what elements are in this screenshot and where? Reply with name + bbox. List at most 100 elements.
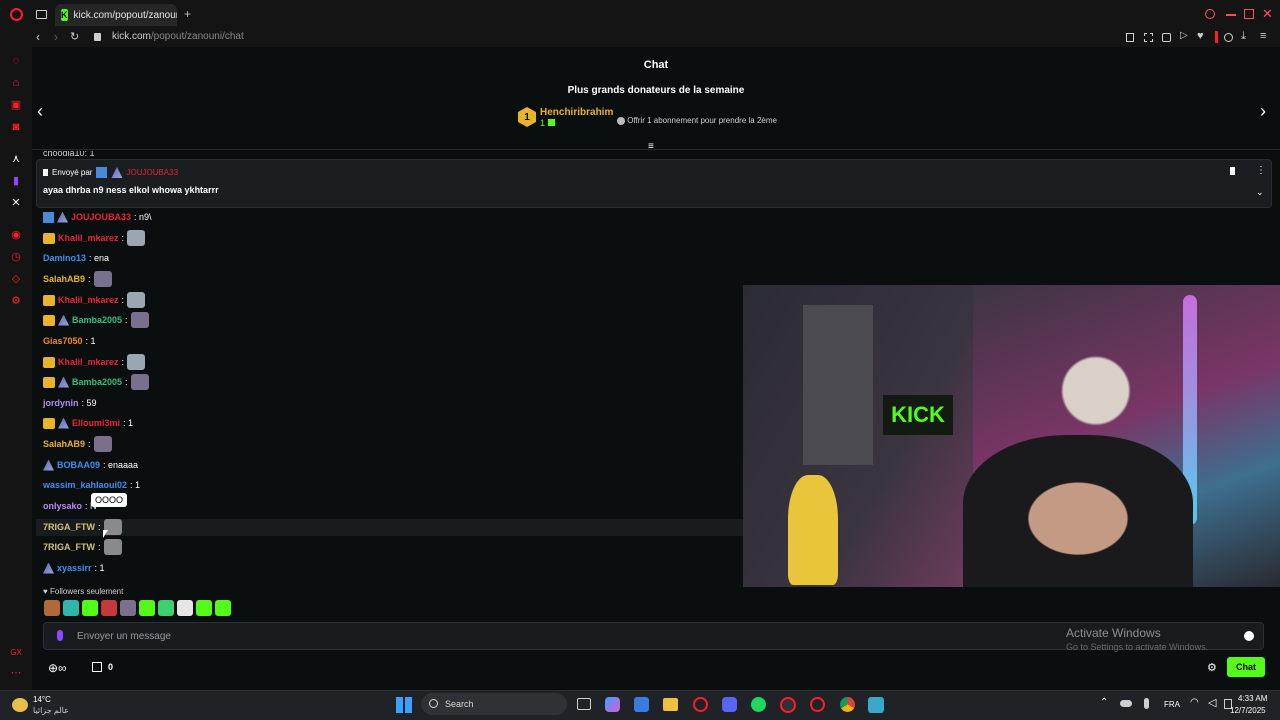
kick-sidebar-icon[interactable]: ⋏ — [10, 153, 22, 165]
menu-icon[interactable]: ≡ — [1260, 30, 1266, 42]
tab-kick-popout[interactable]: K kick.com/popout/zanouni — [55, 4, 177, 26]
username[interactable]: Khalil_mkarez — [58, 233, 119, 243]
maximize-icon[interactable] — [1244, 9, 1254, 19]
back-icon[interactable]: ‹ — [36, 30, 40, 44]
username[interactable]: Bamba2005 — [72, 377, 122, 387]
opera-logo-icon[interactable] — [10, 8, 23, 21]
settings-sidebar-icon[interactable]: ⚙ — [10, 295, 22, 307]
url-field[interactable]: kick.com/popout/zanouni/chat — [112, 31, 244, 42]
points-icon[interactable]: ⊕∞ — [48, 661, 67, 675]
username[interactable]: Elloumi3mi — [72, 418, 120, 428]
stream-video[interactable]: KICK — [743, 285, 1280, 587]
chat-message[interactable]: xyassirr : 1 — [43, 561, 105, 575]
play-icon[interactable]: ▷ — [1180, 30, 1188, 41]
chrome-icon[interactable] — [840, 697, 855, 712]
new-tab-plus-icon[interactable]: + — [184, 7, 191, 21]
store-app-icon[interactable] — [634, 697, 649, 712]
emote-icon[interactable] — [177, 600, 193, 616]
chat-message[interactable]: BOBAA09 : enaaaa — [43, 458, 138, 472]
reload-icon[interactable]: ↻ — [70, 30, 79, 43]
emote-icon[interactable] — [101, 600, 117, 616]
unpin-icon[interactable] — [1230, 167, 1235, 175]
expand-chevron-icon[interactable]: ⌄ — [1256, 187, 1264, 198]
wifi-icon[interactable]: ◠ — [1190, 697, 1199, 708]
emote-icon[interactable] — [196, 600, 212, 616]
chat-message[interactable]: wassim_kahlaoui02 : 1 — [43, 478, 140, 492]
app-launcher-icon[interactable] — [868, 697, 884, 713]
twitch-icon[interactable]: ▮ — [10, 175, 22, 187]
cloud-icon[interactable] — [1120, 700, 1132, 707]
start-windows-icon[interactable] — [396, 697, 412, 713]
chat-message[interactable]: onlysako : N — [43, 499, 97, 513]
tab-list-icon[interactable] — [36, 10, 47, 19]
chat-message[interactable]: SalahAB9 : — [43, 436, 112, 452]
player-icon[interactable]: ◉ — [10, 229, 22, 241]
pinned-more-icon[interactable]: ⋮ — [1256, 165, 1266, 176]
whatsapp-icon[interactable]: ◙ — [10, 121, 22, 133]
aria-icon[interactable]: ◌ — [10, 55, 22, 67]
gx-icon[interactable]: GX — [10, 647, 22, 659]
more-sidebar-icon[interactable]: ⋯ — [10, 667, 22, 679]
chat-settings-icon[interactable]: ⚙ — [1207, 661, 1217, 674]
username[interactable]: Khalil_mkarez — [58, 295, 119, 305]
chat-message[interactable]: Khalil_mkarez : — [43, 354, 146, 370]
username[interactable]: Khalil_mkarez — [58, 357, 119, 367]
messenger-icon[interactable]: ▣ — [10, 99, 22, 111]
send-chat-button[interactable]: Chat — [1227, 657, 1265, 677]
pin-tab-icon[interactable] — [1126, 33, 1134, 42]
window-search-icon[interactable] — [1205, 9, 1215, 19]
weather-icon[interactable] — [12, 698, 28, 712]
store-icon[interactable] — [92, 662, 102, 672]
username[interactable]: Bamba2005 — [72, 315, 122, 325]
username[interactable]: jordynin — [43, 398, 79, 408]
x-twitter-icon[interactable]: ✕ — [10, 197, 22, 209]
chat-message[interactable]: 7RIGA_FTW : — [43, 539, 122, 555]
chat-message[interactable]: Damino13 : ena — [43, 251, 109, 265]
username[interactable]: onlysako — [43, 501, 82, 511]
minimize-icon[interactable] — [1226, 14, 1236, 16]
pinned-author[interactable]: JOUJOUBA33 — [126, 168, 178, 177]
clock-time[interactable]: 4:33 AM — [1238, 694, 1267, 703]
opera-app-icon[interactable] — [693, 697, 708, 712]
discord-icon[interactable] — [722, 697, 737, 712]
chat-message[interactable]: Elloumi3mi : 1 — [43, 416, 133, 430]
emote-icon[interactable] — [44, 600, 60, 616]
emote-icon[interactable] — [82, 600, 98, 616]
username[interactable]: 7RIGA_FTW — [43, 542, 95, 552]
emote-icon[interactable] — [120, 600, 136, 616]
emote-icon[interactable] — [215, 600, 231, 616]
file-explorer-icon[interactable] — [663, 698, 678, 711]
chat-message[interactable]: Gias7050 : 1 — [43, 334, 96, 348]
emoji-picker-icon[interactable] — [1244, 631, 1254, 641]
shop-icon[interactable]: ⌂ — [10, 77, 22, 89]
spotify-icon[interactable] — [751, 697, 766, 712]
next-arrow-icon[interactable]: › — [1260, 101, 1266, 122]
account-icon[interactable] — [1224, 33, 1233, 42]
username[interactable]: 7RIGA_FTW — [43, 522, 95, 532]
emote-icon[interactable] — [139, 600, 155, 616]
username[interactable]: SalahAB9 — [43, 439, 85, 449]
chat-message[interactable]: Bamba2005 : — [43, 374, 149, 390]
download-icon[interactable]: ⤓ — [1241, 30, 1246, 43]
opera-gx-icon[interactable] — [780, 697, 796, 713]
copilot-icon[interactable] — [605, 697, 620, 712]
mic-tray-icon[interactable] — [1144, 698, 1149, 709]
pinboard-icon[interactable]: ◇ — [10, 273, 22, 285]
username[interactable]: xyassirr — [57, 563, 92, 573]
heart-icon[interactable]: ♥ — [1197, 30, 1204, 42]
close-window-icon[interactable]: ✕ — [1262, 6, 1273, 22]
username[interactable]: SalahAB9 — [43, 274, 85, 284]
username[interactable]: Damino13 — [43, 253, 86, 263]
snapshot-icon[interactable] — [1144, 33, 1153, 42]
chat-message[interactable]: Khalil_mkarez : — [43, 230, 146, 246]
language-indicator[interactable]: FRA — [1164, 700, 1180, 709]
task-view-icon[interactable] — [577, 698, 591, 710]
app-icon[interactable] — [810, 697, 825, 712]
collapse-icon[interactable]: ≡ — [648, 141, 654, 152]
chat-message[interactable]: 7RIGA_FTW : — [43, 519, 122, 535]
tray-chevron-icon[interactable]: ⌃ — [1100, 697, 1108, 708]
prev-arrow-icon[interactable]: ‹ — [37, 101, 43, 122]
chat-message[interactable]: JOUJOUBA33 : n9\ — [43, 210, 152, 224]
username[interactable]: JOUJOUBA33 — [71, 212, 131, 222]
username[interactable]: Gias7050 — [43, 336, 83, 346]
